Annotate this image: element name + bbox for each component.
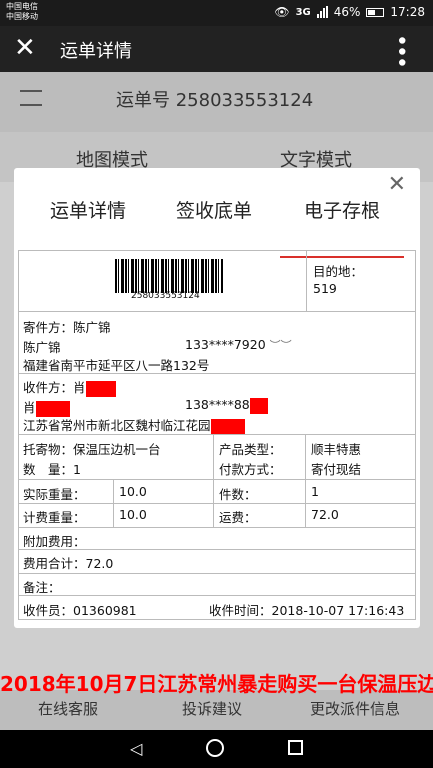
divider xyxy=(19,527,415,528)
nav-bar: ◁ xyxy=(0,730,433,768)
charge-weight-label: 计费重量： xyxy=(23,510,86,525)
overlay-caption: 2018年10月7日江苏常州暴走购买一台保温压边机快递单 xyxy=(0,672,433,696)
divider xyxy=(213,434,214,527)
electronic-stub-document: 258033553124 目的地： 519 寄件方：陈广锦 陈广锦 133***… xyxy=(18,250,416,620)
divider xyxy=(305,434,306,527)
charge-weight-value: 10.0 xyxy=(119,507,147,522)
complaint-button[interactable]: 投诉建议 xyxy=(182,698,242,719)
sender-phone: 133****7920 xyxy=(185,337,266,352)
menu-icon xyxy=(20,90,42,106)
online-service-button[interactable]: 在线客服 xyxy=(38,698,98,719)
barcode-number: 258033553124 xyxy=(131,291,200,301)
battery-percent: 46% xyxy=(333,5,361,19)
product-type-label: 产品类型： xyxy=(219,442,282,457)
pickup-time-label: 收件时间： xyxy=(209,603,272,618)
divider xyxy=(306,251,307,311)
close-icon[interactable]: ✕ xyxy=(14,34,36,62)
divider xyxy=(19,503,415,504)
divider xyxy=(19,573,415,574)
tab-electronic-stub[interactable]: 电子存根 xyxy=(304,196,380,223)
extra-fee-label: 附加费用： xyxy=(23,534,86,549)
recent-apps-icon[interactable] xyxy=(288,740,303,755)
divider xyxy=(19,311,415,312)
pieces-value: 1 xyxy=(311,484,319,499)
courier-value: 01360981 xyxy=(73,603,137,618)
sender-address: 福建省南平市延平区八一路132号 xyxy=(23,358,210,373)
divider xyxy=(19,434,415,435)
redaction-mark xyxy=(85,380,116,397)
more-options-icon[interactable]: ••• xyxy=(387,34,413,67)
signal-icon xyxy=(316,6,328,18)
destination-label: 目的地： xyxy=(313,264,364,279)
carrier-2: 中国移动 xyxy=(6,12,38,21)
clock: 17:28 xyxy=(390,5,425,19)
destination-value: 519 xyxy=(313,281,337,296)
divider xyxy=(19,549,415,550)
quantity-label: 数 量： xyxy=(23,462,74,477)
barcode xyxy=(115,259,223,293)
eye-closed-icon[interactable]: ︶︶ xyxy=(270,339,292,352)
modal-tabs: 运单详情 签收底单 电子存根 xyxy=(14,190,420,258)
waybill-modal: ✕ 运单详情 签收底单 电子存根 258033553124 目的地： 519 寄… xyxy=(14,168,420,628)
back-icon[interactable]: ◁ xyxy=(130,739,142,758)
change-delivery-button[interactable]: 更改派件信息 xyxy=(310,698,400,719)
receiver-address: 江苏省常州市新北区魏村临江花园 xyxy=(23,418,211,433)
carrier-info: 中国电信 中国移动 xyxy=(6,2,38,22)
page-title: 运单详情 xyxy=(60,41,132,62)
freight-value: 72.0 xyxy=(311,507,339,522)
divider xyxy=(19,479,415,480)
redaction-mark xyxy=(210,418,245,435)
waybill-number-label: 运单号 258033553124 xyxy=(116,90,314,111)
sender-name-2: 陈广锦 xyxy=(23,340,61,355)
battery-icon xyxy=(366,7,385,17)
eye-icon: 👁 xyxy=(274,5,290,19)
sender-name: 陈广锦 xyxy=(73,320,111,335)
total-fee-label: 费用合计： xyxy=(23,556,86,571)
actual-weight-value: 10.0 xyxy=(119,484,147,499)
receiver-label: 收件方： xyxy=(23,380,74,395)
pieces-label: 件数： xyxy=(219,487,257,502)
goods-value: 保温压边机一台 xyxy=(73,442,161,457)
network-type: 3G xyxy=(295,6,311,18)
screen: 中国电信 中国移动 👁 3G 46% 17:28 ✕ 运单详情 ••• 运单号 … xyxy=(0,0,433,768)
home-icon[interactable] xyxy=(206,739,224,757)
total-fee-value: 72.0 xyxy=(85,556,114,571)
redaction-mark xyxy=(249,397,268,414)
tab-sign-receipt[interactable]: 签收底单 xyxy=(176,196,252,223)
goods-label: 托寄物： xyxy=(23,442,74,457)
divider xyxy=(113,479,114,527)
courier-label: 收件员： xyxy=(23,603,74,618)
carrier-1: 中国电信 xyxy=(6,2,38,11)
remark-label: 备注： xyxy=(23,580,61,595)
status-icons: 👁 3G 46% 17:28 xyxy=(274,5,425,19)
freight-label: 运费： xyxy=(219,510,257,525)
divider xyxy=(19,373,415,374)
divider xyxy=(19,595,415,596)
receiver-name-2: 肖 xyxy=(23,400,36,415)
payment-method-value: 寄付现结 xyxy=(311,462,362,477)
quantity-value: 1 xyxy=(73,462,81,477)
product-type-value: 顺丰特惠 xyxy=(311,442,362,457)
actual-weight-label: 实际重量： xyxy=(23,487,86,502)
pickup-time-value: 2018-10-07 17:16:43 xyxy=(271,603,405,618)
tab-waybill-detail[interactable]: 运单详情 xyxy=(50,196,126,223)
receiver-phone: 138****88 xyxy=(185,397,250,412)
payment-method-label: 付款方式： xyxy=(219,462,282,477)
sender-label: 寄件方： xyxy=(23,320,74,335)
receiver-name: 肖 xyxy=(73,380,86,395)
status-bar: 中国电信 中国移动 👁 3G 46% 17:28 xyxy=(0,0,433,26)
app-bar: ✕ 运单详情 ••• xyxy=(0,26,433,72)
